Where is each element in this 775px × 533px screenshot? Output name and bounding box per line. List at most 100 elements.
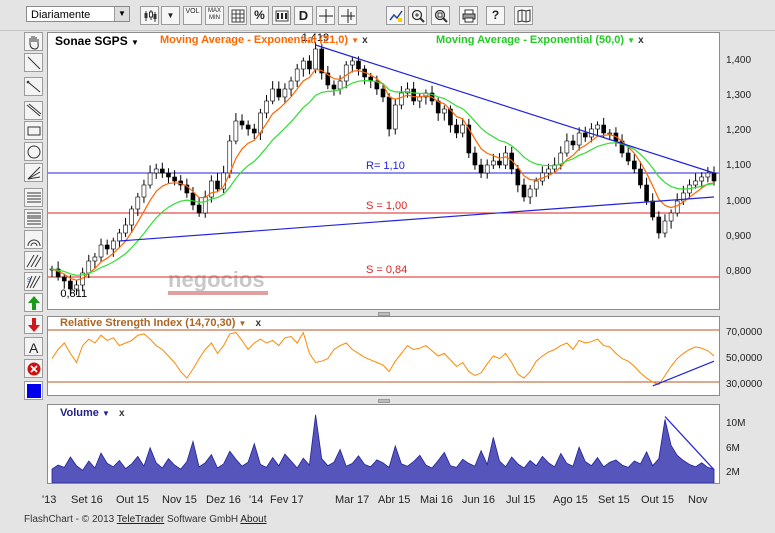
- candle-body: [503, 152, 508, 166]
- resistance-trendline: [315, 44, 715, 174]
- candle-body: [172, 176, 177, 182]
- sell-arrow-tool-button[interactable]: [24, 315, 43, 334]
- candle-body: [282, 88, 288, 98]
- candlestick-type-button[interactable]: [140, 6, 159, 25]
- speed-lines-icon: S: [26, 275, 41, 289]
- ema50-label: Moving Average - Exponential (50,0): [436, 34, 625, 46]
- volume-toggle-button[interactable]: VOL: [183, 6, 202, 25]
- interval-dropdown[interactable]: Diariamente ▼: [26, 6, 130, 22]
- candle-body: [601, 124, 606, 134]
- candle-body: [711, 172, 717, 182]
- about-link[interactable]: About: [240, 514, 266, 525]
- candle-body: [478, 164, 484, 174]
- rsi-panel[interactable]: Relative Strength Index (14,70,30) ▼ x: [47, 316, 720, 396]
- fibonacci-tool-button[interactable]: [24, 188, 43, 207]
- price-panel[interactable]: negocios R= 1,10 S = 1,00 S = 0,84 1,419 0,81…: [47, 32, 720, 310]
- line-style-button[interactable]: [386, 6, 405, 25]
- candle-body: [533, 180, 539, 190]
- x-tick: Out 15: [641, 494, 675, 506]
- candle-body: [331, 84, 337, 90]
- zoom-reset-button[interactable]: [431, 6, 450, 25]
- instrument-title[interactable]: Sonae SGPS ▼: [55, 34, 139, 48]
- print-button[interactable]: [459, 6, 478, 25]
- copyright-text: FlashChart - © 2013: [24, 514, 117, 525]
- delete-drawings-button[interactable]: [24, 359, 43, 378]
- color-swatch-icon: [27, 384, 41, 398]
- x-tick: '13: [42, 494, 57, 506]
- buy-arrow-tool-button[interactable]: [24, 293, 43, 312]
- speed-lines-tool-button[interactable]: S: [24, 272, 43, 291]
- channel-tool-button[interactable]: [24, 101, 43, 120]
- ellipse-tool-button[interactable]: [24, 142, 43, 161]
- line-tool-button[interactable]: [24, 53, 43, 72]
- candle-body: [61, 276, 67, 282]
- y-tick: 70,0000: [726, 327, 763, 338]
- x-tick: Mai 16: [420, 494, 454, 506]
- candle-body: [117, 232, 122, 242]
- drag-handle-icon[interactable]: [377, 399, 390, 403]
- top-toolbar: Diariamente ▼ ▼ VOL MAX MIN % D ?: [0, 0, 775, 31]
- volume-panel[interactable]: Volume ▼ x: [47, 404, 720, 484]
- chart-type-dropdown[interactable]: ▼: [161, 6, 180, 25]
- help-button[interactable]: ?: [486, 6, 505, 25]
- book-icon: [517, 9, 531, 23]
- percent-scale-button[interactable]: %: [250, 6, 269, 25]
- level-label: R= 1,10: [366, 160, 405, 172]
- candle-body: [491, 160, 496, 166]
- volume-chart[interactable]: [48, 405, 719, 484]
- volume-label: Volume: [60, 407, 99, 419]
- measure-button[interactable]: [338, 6, 357, 25]
- candle-body: [166, 172, 171, 178]
- x-tick: Fev 17: [270, 494, 304, 506]
- crosshair-icon: [319, 9, 333, 23]
- x-tick: Nov: [688, 494, 708, 506]
- ray-line-icon: [26, 80, 41, 93]
- parallel-lines-tool-button[interactable]: [24, 251, 43, 270]
- ema50-legend[interactable]: Moving Average - Exponential (50,0) ▼ x: [436, 34, 644, 46]
- close-icon[interactable]: x: [362, 35, 368, 46]
- zoom-in-button[interactable]: [408, 6, 427, 25]
- ema21-legend[interactable]: Moving Average - Exponential (21,0) ▼ x: [160, 34, 368, 46]
- text-tool-button[interactable]: A: [24, 337, 43, 356]
- candle-body: [595, 124, 600, 130]
- rsi-legend[interactable]: Relative Strength Index (14,70,30) ▼ x: [60, 317, 261, 329]
- compare-button[interactable]: [272, 6, 291, 25]
- candle-body: [705, 172, 711, 178]
- delete-icon: [27, 362, 41, 376]
- arc-tool-button[interactable]: [24, 230, 43, 249]
- teletrader-link[interactable]: TeleTrader: [117, 514, 164, 525]
- color-picker-button[interactable]: [24, 381, 43, 400]
- close-icon[interactable]: x: [638, 35, 644, 46]
- price-chart[interactable]: negociosR= 1,10S = 1,00S = 0,841,4190,81…: [48, 32, 719, 309]
- ray-tool-button[interactable]: [24, 77, 43, 96]
- chevron-down-icon: ▼: [166, 11, 175, 20]
- volume-legend[interactable]: Volume ▼ x: [60, 407, 125, 419]
- candle-body: [270, 88, 275, 102]
- zoom-in-icon: [411, 9, 425, 23]
- candle-body: [215, 180, 220, 190]
- candle-body: [110, 240, 116, 250]
- rectangle-icon: [27, 126, 41, 136]
- x-tick: Set 15: [598, 494, 630, 506]
- crosshair-button[interactable]: [316, 6, 335, 25]
- candle-body: [350, 60, 355, 66]
- candle-body: [411, 88, 416, 102]
- close-icon[interactable]: x: [256, 318, 262, 329]
- fan-tool-button[interactable]: [24, 163, 43, 182]
- grid-toggle-button[interactable]: [228, 6, 247, 25]
- dividends-button[interactable]: D: [294, 6, 313, 25]
- interval-value: Diariamente: [31, 9, 91, 21]
- rectangle-tool-button[interactable]: [24, 121, 43, 140]
- candle-body: [319, 48, 325, 74]
- map-button[interactable]: [514, 6, 533, 25]
- fibonacci-ext-tool-button[interactable]: [24, 209, 43, 228]
- close-icon[interactable]: x: [119, 408, 125, 419]
- hand-icon: [29, 36, 39, 50]
- candle-body: [607, 132, 613, 135]
- candle-body: [264, 100, 269, 114]
- chevron-down-icon: ▼: [114, 7, 129, 21]
- pan-tool-button[interactable]: [24, 32, 43, 51]
- y-tick: 2M: [726, 467, 740, 478]
- candle-body: [233, 120, 239, 142]
- maxmin-toggle-button[interactable]: MAX MIN: [205, 6, 224, 25]
